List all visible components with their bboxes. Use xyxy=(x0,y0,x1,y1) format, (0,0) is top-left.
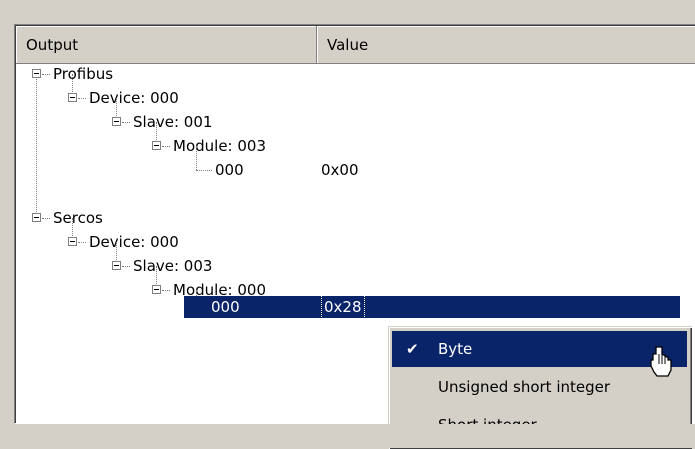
tree-line xyxy=(196,146,197,170)
tree-line xyxy=(42,74,50,75)
collapse-icon[interactable] xyxy=(152,141,161,150)
tree-item-label: Profibus xyxy=(53,65,114,83)
menu-item-unsigned-short-integer[interactable]: Unsigned short integer xyxy=(392,369,687,405)
tree-item-label: Slave: 003 xyxy=(133,257,213,275)
tree-line xyxy=(78,242,86,243)
tree-line xyxy=(78,98,86,99)
column-header-output[interactable]: Output xyxy=(16,26,317,64)
collapse-icon[interactable] xyxy=(112,117,121,126)
collapse-icon[interactable] xyxy=(32,213,41,222)
tree-line xyxy=(42,218,50,219)
status-area xyxy=(0,424,695,448)
output-value: 0x28 xyxy=(321,295,365,319)
collapse-icon[interactable] xyxy=(32,69,41,78)
collapse-icon[interactable] xyxy=(152,285,161,294)
tree-item-label: 000 xyxy=(215,161,244,179)
menu-item-label: Byte xyxy=(438,340,473,358)
tree-line xyxy=(122,266,130,267)
tree-item-label: Module: 003 xyxy=(173,137,266,155)
collapse-icon[interactable] xyxy=(68,237,77,246)
menu-item-label: Unsigned short integer xyxy=(438,378,611,396)
tree-item-label: 000 xyxy=(211,298,240,316)
output-value: 0x00 xyxy=(321,161,359,179)
tree-item-label: Slave: 001 xyxy=(133,113,213,131)
tree-line xyxy=(162,290,170,291)
tree-line xyxy=(36,74,37,214)
checkmark-icon: ✔ xyxy=(406,340,419,358)
tree-item-profibus-output[interactable]: 000 0x00 xyxy=(212,158,692,182)
column-header-value[interactable]: Value xyxy=(317,26,695,64)
tree-line xyxy=(162,146,170,147)
pointer-cursor-icon xyxy=(650,346,672,377)
tree-line xyxy=(122,122,130,123)
tree-item-label: Sercos xyxy=(53,209,103,227)
list-header: Output Value xyxy=(16,26,695,64)
tree-item-label: Device: 000 xyxy=(89,89,179,107)
collapse-icon[interactable] xyxy=(112,261,121,270)
menu-item-byte[interactable]: ✔ Byte xyxy=(392,331,687,367)
tree-item-label: Device: 000 xyxy=(89,233,179,251)
collapse-icon[interactable] xyxy=(68,93,77,102)
tree-line xyxy=(196,170,212,171)
tree-item-sercos-output-selected[interactable]: 000 0x28 xyxy=(184,295,680,319)
